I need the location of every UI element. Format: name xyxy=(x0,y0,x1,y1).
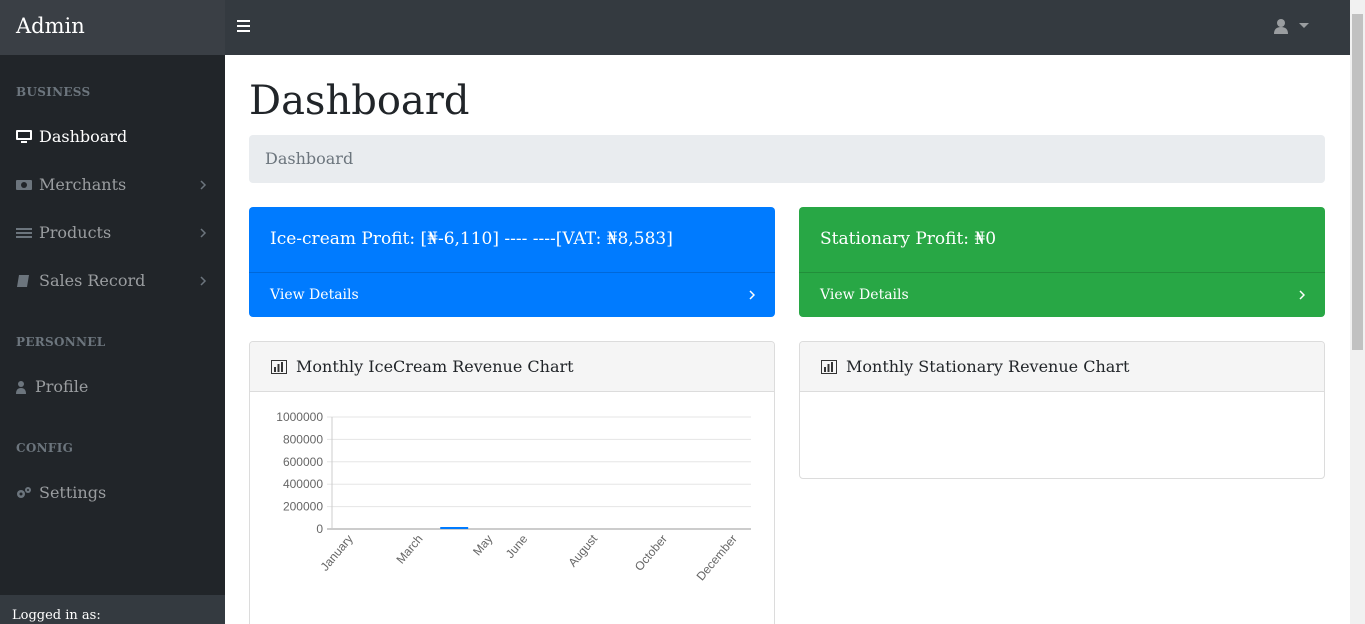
bar-april xyxy=(440,527,469,529)
sidebar-heading-config: CONFIG xyxy=(16,441,74,455)
money-icon xyxy=(16,180,32,190)
cogs-icon xyxy=(17,487,31,498)
x-tick-label: January xyxy=(318,532,356,574)
icecream-profit-title: Ice-cream Profit: [₦-6,110] ---- ----[VA… xyxy=(270,229,673,249)
brand-title[interactable]: Admin xyxy=(16,14,85,38)
bar-chart-icon xyxy=(271,360,287,374)
page-title: Dashboard xyxy=(249,78,470,124)
chart-title: Monthly Stationary Revenue Chart xyxy=(846,357,1130,376)
y-tick-label: 600000 xyxy=(283,455,323,469)
chart-card-header: Monthly IceCream Revenue Chart xyxy=(250,342,774,392)
logged-in-label: Logged in as: xyxy=(12,608,101,623)
chevron-right-icon xyxy=(1299,290,1305,300)
y-tick-label: 1000000 xyxy=(276,410,323,424)
y-tick-label: 0 xyxy=(316,522,323,536)
desktop-icon xyxy=(16,130,32,143)
x-tick-label: October xyxy=(632,532,670,574)
y-tick-label: 400000 xyxy=(283,477,323,491)
sidebar-heading-business: BUSINESS xyxy=(16,85,91,99)
x-tick-label: March xyxy=(393,532,425,567)
brand[interactable]: Admin xyxy=(0,0,225,55)
list-icon xyxy=(16,228,32,238)
chevron-right-icon xyxy=(200,180,207,190)
sidebar-item-label: Profile xyxy=(35,377,89,396)
user-icon xyxy=(16,381,26,394)
sidebar-item-label: Sales Record xyxy=(39,271,146,290)
user-menu-button[interactable] xyxy=(1274,17,1314,37)
stationary-chart-card: Monthly Stationary Revenue Chart xyxy=(799,341,1325,479)
sidebar-item-sales-record[interactable]: Sales Record xyxy=(0,265,225,297)
sidebar-footer: Logged in as: xyxy=(0,595,225,624)
chart-card-header: Monthly Stationary Revenue Chart xyxy=(800,342,1324,392)
sidebar: BUSINESS Dashboard Merchants Products Sa… xyxy=(0,55,225,624)
page-scrollbar[interactable] xyxy=(1350,0,1365,624)
menu-toggle-icon[interactable] xyxy=(237,20,250,33)
book-icon xyxy=(17,275,29,287)
icecream-revenue-chart: 0 200000 400000 600000 800000 1000000 January M… xyxy=(276,410,751,583)
icecream-view-details[interactable]: View Details xyxy=(249,272,775,317)
top-navbar: Admin xyxy=(0,0,1350,55)
chevron-right-icon xyxy=(200,228,207,238)
sidebar-item-label: Merchants xyxy=(39,175,127,194)
view-details-link[interactable]: View Details xyxy=(820,287,909,303)
chevron-right-icon xyxy=(749,290,755,300)
user-icon xyxy=(1274,19,1309,34)
sidebar-item-label: Dashboard xyxy=(39,127,128,146)
view-details-link[interactable]: View Details xyxy=(270,287,359,303)
bar-chart-icon xyxy=(821,360,837,374)
icecream-profit-card: Ice-cream Profit: [₦-6,110] ---- ----[VA… xyxy=(249,207,775,317)
stationary-profit-card: Stationary Profit: ₦0 View Details xyxy=(799,207,1325,317)
x-tick-label: December xyxy=(694,532,740,583)
icecream-chart-card: Monthly IceCream Revenue Chart 0 200000 40… xyxy=(249,341,775,624)
breadcrumb-item: Dashboard xyxy=(265,149,354,168)
y-tick-label: 800000 xyxy=(283,432,323,446)
sidebar-item-products[interactable]: Products xyxy=(0,217,225,249)
sidebar-item-label: Settings xyxy=(39,483,107,502)
y-tick-label: 200000 xyxy=(283,500,323,514)
breadcrumb: Dashboard xyxy=(249,135,1325,183)
sidebar-item-profile[interactable]: Profile xyxy=(0,371,225,403)
x-tick-label: May xyxy=(470,532,495,558)
x-tick-label: June xyxy=(503,532,531,561)
stationary-view-details[interactable]: View Details xyxy=(799,272,1325,317)
sidebar-item-settings[interactable]: Settings xyxy=(0,477,225,509)
sidebar-heading-personnel: PERSONNEL xyxy=(16,335,106,349)
stationary-profit-title: Stationary Profit: ₦0 xyxy=(820,229,997,249)
chevron-right-icon xyxy=(200,276,207,286)
sidebar-item-label: Products xyxy=(39,223,112,242)
sidebar-item-merchants[interactable]: Merchants xyxy=(0,169,225,201)
x-tick-label: August xyxy=(565,531,600,569)
sidebar-item-dashboard[interactable]: Dashboard xyxy=(0,121,225,153)
chart-title: Monthly IceCream Revenue Chart xyxy=(296,357,574,376)
